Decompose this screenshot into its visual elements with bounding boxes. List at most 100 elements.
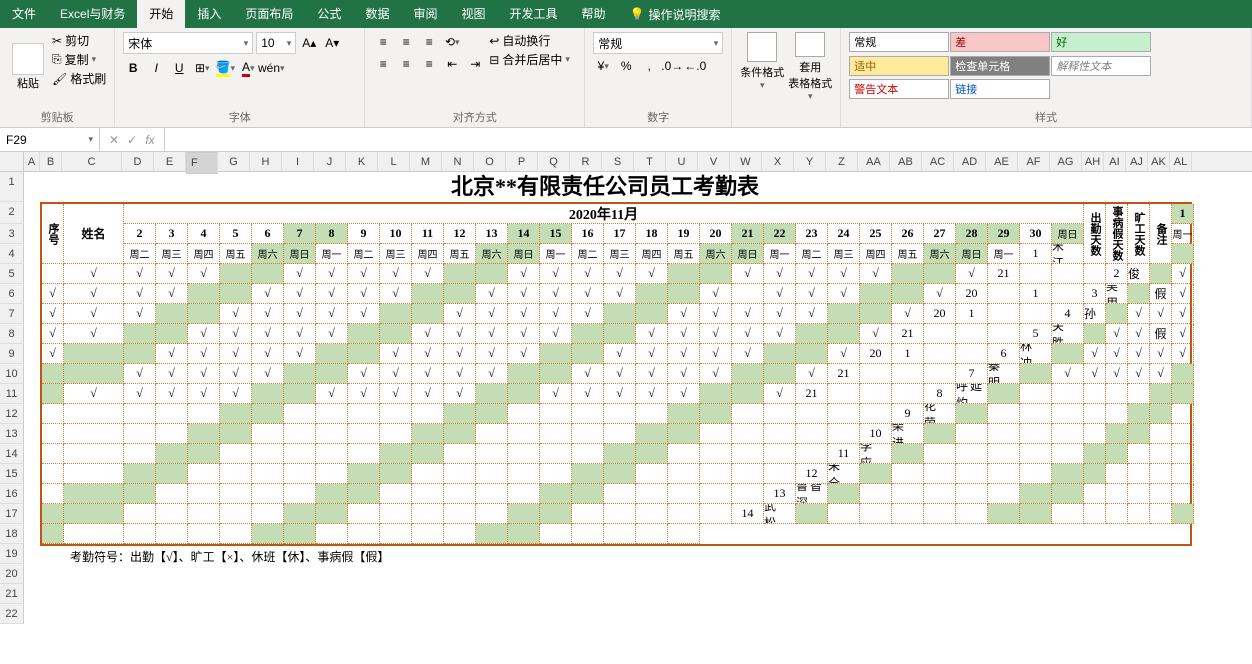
row-header-4[interactable]: 4 — [0, 244, 24, 264]
bold-button[interactable]: B — [123, 58, 143, 78]
align-right-button[interactable]: ≡ — [419, 54, 439, 74]
menu-页面布局[interactable]: 页面布局 — [233, 0, 305, 28]
font-name-select[interactable]: 宋体▾ — [123, 32, 253, 54]
wrap-button[interactable]: ↩自动换行 — [489, 32, 570, 49]
increase-decimal-button[interactable]: .0→ — [662, 56, 682, 76]
row-header-6[interactable]: 6 — [0, 284, 24, 304]
row-header-5[interactable]: 5 — [0, 264, 24, 284]
col-header-S[interactable]: S — [602, 152, 634, 171]
col-header-AI[interactable]: AI — [1104, 152, 1126, 171]
col-header-O[interactable]: O — [474, 152, 506, 171]
row-header-18[interactable]: 18 — [0, 524, 24, 544]
menu-审阅[interactable]: 审阅 — [401, 0, 449, 28]
increase-font-button[interactable]: A▴ — [299, 33, 319, 53]
style-差[interactable]: 差 — [950, 32, 1050, 52]
row-header-12[interactable]: 12 — [0, 404, 24, 424]
cancel-icon[interactable]: ✕ — [106, 133, 122, 147]
font-size-select[interactable]: 10▾ — [256, 32, 296, 54]
paste-button[interactable]: 粘贴 — [8, 32, 48, 102]
col-header-X[interactable]: X — [762, 152, 794, 171]
row-header-14[interactable]: 14 — [0, 444, 24, 464]
align-left-button[interactable]: ≡ — [373, 54, 393, 74]
style-链接[interactable]: 链接 — [950, 79, 1050, 99]
underline-button[interactable]: U — [169, 58, 189, 78]
menu-视图[interactable]: 视图 — [449, 0, 497, 28]
row-header-15[interactable]: 15 — [0, 464, 24, 484]
style-适中[interactable]: 适中 — [849, 56, 949, 76]
col-header-K[interactable]: K — [346, 152, 378, 171]
col-header-AF[interactable]: AF — [1018, 152, 1050, 171]
row-header-11[interactable]: 11 — [0, 384, 24, 404]
col-header-T[interactable]: T — [634, 152, 666, 171]
menu-Excel与财务[interactable]: Excel与财务 — [48, 0, 137, 28]
cond-format-button[interactable]: 条件格式▾ — [740, 32, 784, 102]
align-middle-button[interactable]: ≡ — [396, 32, 416, 52]
row-header-21[interactable]: 21 — [0, 584, 24, 604]
col-header-M[interactable]: M — [410, 152, 442, 171]
fx-icon[interactable]: fx — [142, 133, 158, 147]
painter-button[interactable]: 🖌格式刷 — [52, 70, 106, 87]
table-format-button[interactable]: 套用 表格格式▾ — [788, 32, 832, 102]
comma-button[interactable]: , — [639, 56, 659, 76]
row-header-7[interactable]: 7 — [0, 304, 24, 324]
formula-input[interactable] — [165, 128, 1252, 151]
copy-button[interactable]: ⎘复制▾ — [52, 51, 106, 68]
row-header-3[interactable]: 3 — [0, 224, 24, 244]
row-header-22[interactable]: 22 — [0, 604, 24, 624]
col-header-H[interactable]: H — [250, 152, 282, 171]
col-header-Y[interactable]: Y — [794, 152, 826, 171]
row-header-10[interactable]: 10 — [0, 364, 24, 384]
col-header-A[interactable]: A — [24, 152, 40, 171]
percent-button[interactable]: % — [616, 56, 636, 76]
col-header-Z[interactable]: Z — [826, 152, 858, 171]
row-header-13[interactable]: 13 — [0, 424, 24, 444]
col-header-N[interactable]: N — [442, 152, 474, 171]
col-header-AE[interactable]: AE — [986, 152, 1018, 171]
col-header-C[interactable]: C — [62, 152, 122, 171]
col-header-AH[interactable]: AH — [1082, 152, 1104, 171]
col-header-AG[interactable]: AG — [1050, 152, 1082, 171]
col-header-AC[interactable]: AC — [922, 152, 954, 171]
border-button[interactable]: ⊞▾ — [192, 58, 212, 78]
style-检查单元格[interactable]: 检查单元格 — [950, 56, 1050, 76]
col-header-E[interactable]: E — [154, 152, 186, 171]
row-header-20[interactable]: 20 — [0, 564, 24, 584]
tell-me[interactable]: 💡 操作说明搜索 — [618, 6, 733, 23]
font-color-button[interactable]: A▾ — [238, 58, 258, 78]
col-header-L[interactable]: L — [378, 152, 410, 171]
phonetic-button[interactable]: wén▾ — [261, 58, 281, 78]
style-解释性文本[interactable]: 解释性文本 — [1051, 56, 1151, 76]
col-header-B[interactable]: B — [40, 152, 62, 171]
decrease-decimal-button[interactable]: ←.0 — [685, 56, 705, 76]
italic-button[interactable]: I — [146, 58, 166, 78]
style-好[interactable]: 好 — [1051, 32, 1151, 52]
currency-button[interactable]: ¥▾ — [593, 56, 613, 76]
col-header-P[interactable]: P — [506, 152, 538, 171]
cut-button[interactable]: ✂剪切 — [52, 32, 106, 49]
col-header-W[interactable]: W — [730, 152, 762, 171]
col-header-I[interactable]: I — [282, 152, 314, 171]
row-header-1[interactable]: 1 — [0, 172, 24, 202]
col-header-Q[interactable]: Q — [538, 152, 570, 171]
col-header-AB[interactable]: AB — [890, 152, 922, 171]
menu-开始[interactable]: 开始 — [137, 0, 185, 28]
fill-color-button[interactable]: 🪣▾ — [215, 58, 235, 78]
col-header-AL[interactable]: AL — [1170, 152, 1192, 171]
name-box[interactable]: F29▾ — [0, 128, 100, 151]
col-header-D[interactable]: D — [122, 152, 154, 171]
decrease-font-button[interactable]: A▾ — [322, 33, 342, 53]
worksheet-grid[interactable]: ABCDEFGHIJKLMNOPQRSTUVWXYZAAABACADAEAFAG… — [0, 152, 1252, 664]
menu-插入[interactable]: 插入 — [185, 0, 233, 28]
row-header-17[interactable]: 17 — [0, 504, 24, 524]
indent-inc-button[interactable]: ⇥ — [465, 54, 485, 74]
align-top-button[interactable]: ≡ — [373, 32, 393, 52]
select-all-corner[interactable] — [0, 152, 24, 171]
row-header-2[interactable]: 2 — [0, 202, 24, 224]
orientation-button[interactable]: ⟲▾ — [442, 32, 462, 52]
col-header-F[interactable]: F — [186, 152, 218, 174]
style-常规[interactable]: 常规 — [849, 32, 949, 52]
row-header-16[interactable]: 16 — [0, 484, 24, 504]
style-警告文本[interactable]: 警告文本 — [849, 79, 949, 99]
menu-开发工具[interactable]: 开发工具 — [497, 0, 569, 28]
col-header-AJ[interactable]: AJ — [1126, 152, 1148, 171]
